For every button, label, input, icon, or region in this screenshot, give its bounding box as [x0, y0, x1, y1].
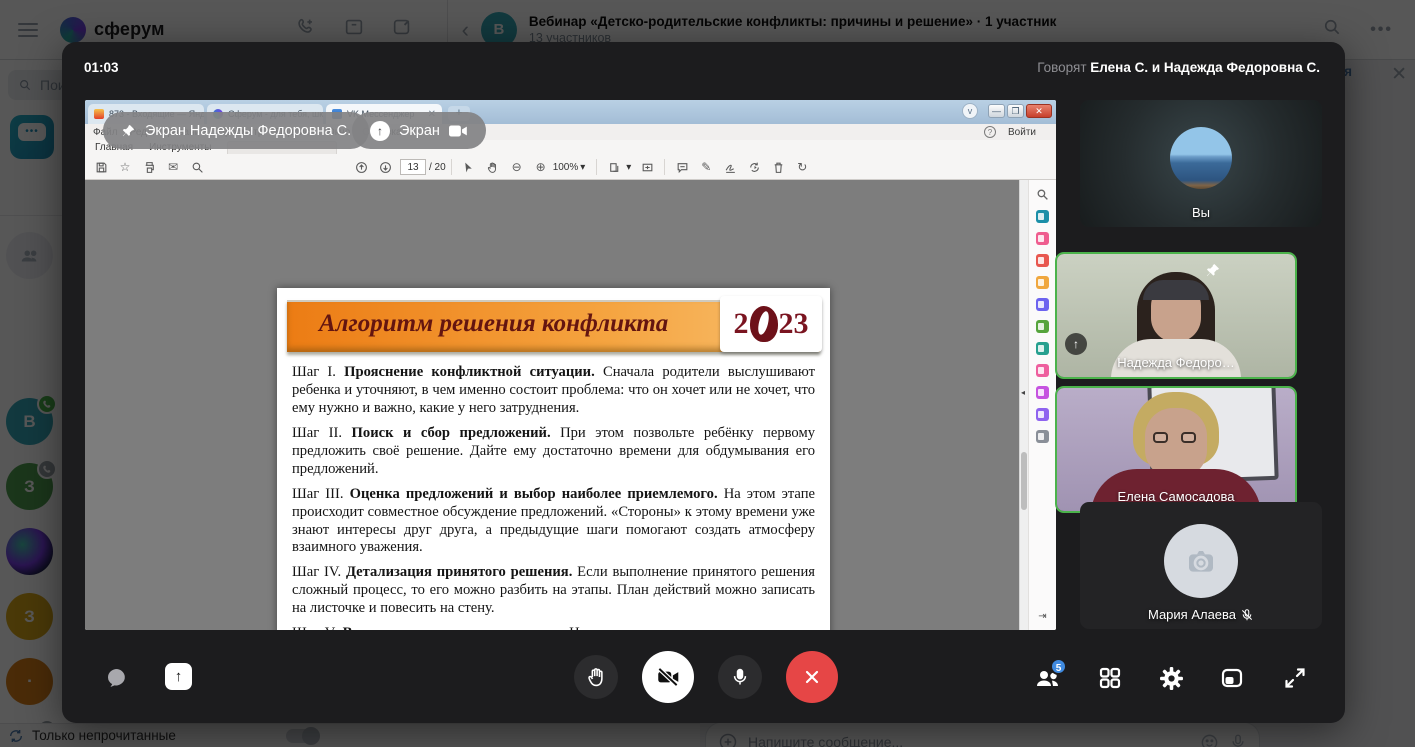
fullscreen-icon: [1283, 666, 1307, 690]
create-pdf-icon[interactable]: [1036, 254, 1049, 267]
organize-pages-icon[interactable]: [1036, 232, 1049, 245]
screen-share-pill[interactable]: ↑ Экран: [352, 112, 486, 149]
chat-toggle-icon[interactable]: [105, 666, 129, 690]
presentation-slide: Алгоритм решения конфликта 223 Шаг I. Пр…: [277, 288, 830, 630]
combine-files-icon[interactable]: [1036, 298, 1049, 311]
pin-icon: [121, 123, 136, 138]
call-window: 01:03 Говорят Елена С. и Надежда Федоров…: [62, 42, 1345, 723]
pdf-canvas: Алгоритм решения конфликта 223 Шаг I. Пр…: [85, 180, 1019, 630]
camera-placeholder-icon: [1164, 524, 1238, 598]
slide-title: Алгоритм решения конфликта: [319, 310, 668, 338]
edit-pdf-icon[interactable]: [1036, 320, 1049, 333]
acrobat-toolbar: ☆ ✉ 13 / 20 ⊖ ⊕ 100% ▾ ▾ ✎ ↻: [85, 155, 1056, 180]
star-icon[interactable]: ☆: [113, 160, 137, 174]
browser-collapse-icon[interactable]: v: [962, 103, 978, 119]
fit-width-icon[interactable]: [602, 160, 626, 174]
picture-in-picture-icon: [1220, 666, 1244, 690]
find-icon[interactable]: [185, 160, 209, 174]
microphone-button[interactable]: [718, 655, 762, 699]
send-sign-icon[interactable]: [742, 160, 766, 174]
close-icon: [802, 667, 822, 687]
fullscreen-button[interactable]: [1283, 666, 1307, 695]
fit-page-icon[interactable]: [635, 160, 659, 174]
camera-toggle-button[interactable]: [642, 651, 694, 703]
page-total: / 20: [429, 162, 446, 173]
pdf-scrollbar[interactable]: [1019, 180, 1028, 630]
fill-sign-icon[interactable]: [1036, 364, 1049, 377]
acrobat-tools-panel: ⇥: [1028, 180, 1056, 630]
page-up-icon[interactable]: [349, 160, 373, 174]
comment-icon[interactable]: [670, 160, 694, 174]
speaking-indicator: Говорят Елена С. и Надежда Федоровна С.: [1037, 60, 1320, 75]
login-button[interactable]: Войти: [1008, 127, 1036, 138]
help-icon[interactable]: ?: [984, 126, 996, 138]
camera-icon[interactable]: [449, 124, 468, 138]
avatar: [1170, 127, 1232, 189]
expand-panel-icon[interactable]: ⇥: [1038, 611, 1046, 622]
trash-icon[interactable]: [766, 160, 790, 174]
window-minimize-button[interactable]: —: [988, 104, 1005, 118]
refresh-icon[interactable]: ↻: [790, 160, 814, 174]
comment-tool-icon[interactable]: [1036, 276, 1049, 289]
participant-tile-you[interactable]: Вы: [1080, 100, 1322, 227]
zoom-in-icon[interactable]: ⊕: [529, 160, 553, 174]
stamp-tool-icon[interactable]: [1036, 408, 1049, 421]
camera-off-icon: [655, 664, 681, 690]
pip-button[interactable]: [1220, 666, 1244, 695]
participant-tile-maria[interactable]: Мария Алаева: [1080, 502, 1322, 629]
participant-name: Надежда Федоро…: [1057, 355, 1295, 370]
zoom-level[interactable]: 100%: [553, 162, 579, 173]
export-pdf-icon[interactable]: [1036, 210, 1049, 223]
pin-icon: [1205, 262, 1221, 278]
print-icon[interactable]: [137, 160, 161, 174]
page-down-icon[interactable]: [373, 160, 397, 174]
mic-muted-icon: [1240, 608, 1254, 622]
convert-icon[interactable]: [1036, 342, 1049, 355]
sign-icon[interactable]: [718, 160, 742, 174]
yandex-mail-icon: [94, 109, 104, 119]
call-timer: 01:03: [84, 60, 119, 75]
request-sign-icon[interactable]: [1036, 386, 1049, 399]
settings-button[interactable]: [1159, 666, 1184, 696]
stop-share-button[interactable]: ↑: [165, 663, 192, 690]
participant-name: Вы: [1080, 205, 1322, 220]
page-number-input[interactable]: 13: [400, 159, 426, 175]
participants-sidebar: Вы ↑ Надежда Федоро… Елена Самосадова: [1080, 100, 1322, 629]
grid-icon: [1098, 666, 1122, 690]
save-icon[interactable]: [89, 160, 113, 174]
slide-body-text: Шаг I. Прояснение конфликтной ситуации. …: [292, 364, 815, 630]
pencil-icon[interactable]: ✎: [694, 160, 718, 174]
window-maximize-button[interactable]: ❐: [1007, 104, 1024, 118]
year-2023-logo: 223: [720, 296, 822, 352]
participant-name: Мария Алаева: [1080, 607, 1322, 622]
participant-tile-elena[interactable]: Елена Самосадова: [1055, 386, 1297, 513]
pelican-icon: [750, 306, 778, 342]
zoom-out-icon[interactable]: ⊖: [505, 160, 529, 174]
sharing-badge-icon: ↑: [1065, 333, 1087, 355]
screen-share-arrow-icon: ↑: [370, 121, 390, 141]
call-controls: ↑ 5: [62, 649, 1345, 705]
pinned-screen-pill[interactable]: Экран Надежды Федоровна С.: [103, 112, 369, 149]
mail-icon[interactable]: ✉: [161, 160, 185, 174]
window-close-button[interactable]: ✕: [1026, 104, 1052, 118]
shared-screen[interactable]: 873 - Входящие — Яндекс.Почт✕ Сферум - д…: [85, 100, 1056, 630]
more-tools-icon[interactable]: [1036, 430, 1049, 443]
participants-button[interactable]: 5: [1034, 666, 1062, 695]
grid-view-button[interactable]: [1098, 666, 1122, 695]
select-cursor-icon[interactable]: [457, 160, 481, 174]
hand-tool-icon[interactable]: [481, 160, 505, 174]
participants-count-badge: 5: [1050, 658, 1067, 675]
participant-tile-nadezhda[interactable]: ↑ Надежда Федоро…: [1055, 252, 1297, 379]
gear-icon: [1159, 666, 1184, 691]
panel-collapse-icon[interactable]: ◂: [1021, 388, 1025, 397]
end-call-button[interactable]: [786, 651, 838, 703]
slide-title-banner: Алгоритм решения конфликта 223: [287, 300, 820, 352]
raise-hand-button[interactable]: [574, 655, 618, 699]
mic-icon: [730, 667, 750, 687]
hand-icon: [585, 666, 607, 688]
panel-search-icon[interactable]: [1036, 188, 1049, 201]
